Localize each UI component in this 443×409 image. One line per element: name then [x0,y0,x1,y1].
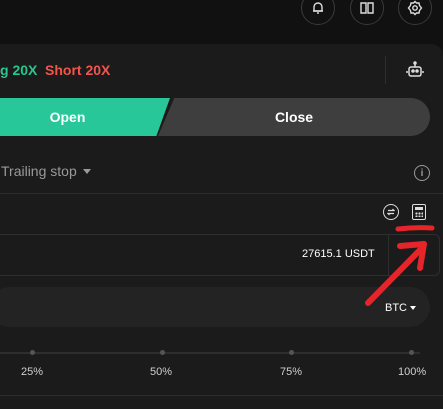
amount-input[interactable] [0,287,430,327]
guide-button[interactable] [350,0,384,25]
chevron-down-icon [410,306,416,310]
slider-mark-100[interactable]: 100% [398,366,426,378]
slider-mark-50[interactable]: 50% [150,366,172,378]
order-type-label: Trailing stop [1,163,77,179]
info-icon[interactable]: i [414,165,430,181]
order-type-dropdown[interactable]: Trailing stop [1,163,91,179]
tab-close-label: Close [274,109,314,125]
tab-close[interactable]: Close [158,98,430,136]
alarm-icon [313,2,323,14]
calculator-icon[interactable] [412,204,426,220]
short-leverage[interactable]: Short 20X [45,62,110,78]
divider [0,395,443,396]
tab-open[interactable]: Open [0,98,170,136]
chevron-down-icon [82,168,91,174]
slider-mark-75[interactable]: 75% [280,366,302,378]
slider-mark-25[interactable]: 25% [21,366,43,378]
slider-tick[interactable] [289,350,294,355]
price-separator [388,234,389,275]
tab-open-label: Open [49,109,86,125]
unit-dropdown[interactable]: BTC [385,302,416,314]
swap-icon[interactable] [383,204,399,220]
amount-slider[interactable] [0,352,420,354]
divider [0,193,443,194]
settings-icon [407,0,423,16]
price-value: 27615.1 USDT [302,248,375,260]
unit-label: BTC [385,302,407,314]
alarm-button[interactable] [301,0,335,25]
swap-arrows [387,208,395,216]
long-leverage[interactable]: g 20X [0,62,37,78]
book-icon [360,2,374,14]
slider-tick[interactable] [30,350,35,355]
robot-icon [406,61,424,77]
trading-bot-button[interactable] [385,56,443,84]
settings-button[interactable] [398,0,432,25]
slider-tick[interactable] [409,350,414,355]
slider-tick[interactable] [160,350,165,355]
